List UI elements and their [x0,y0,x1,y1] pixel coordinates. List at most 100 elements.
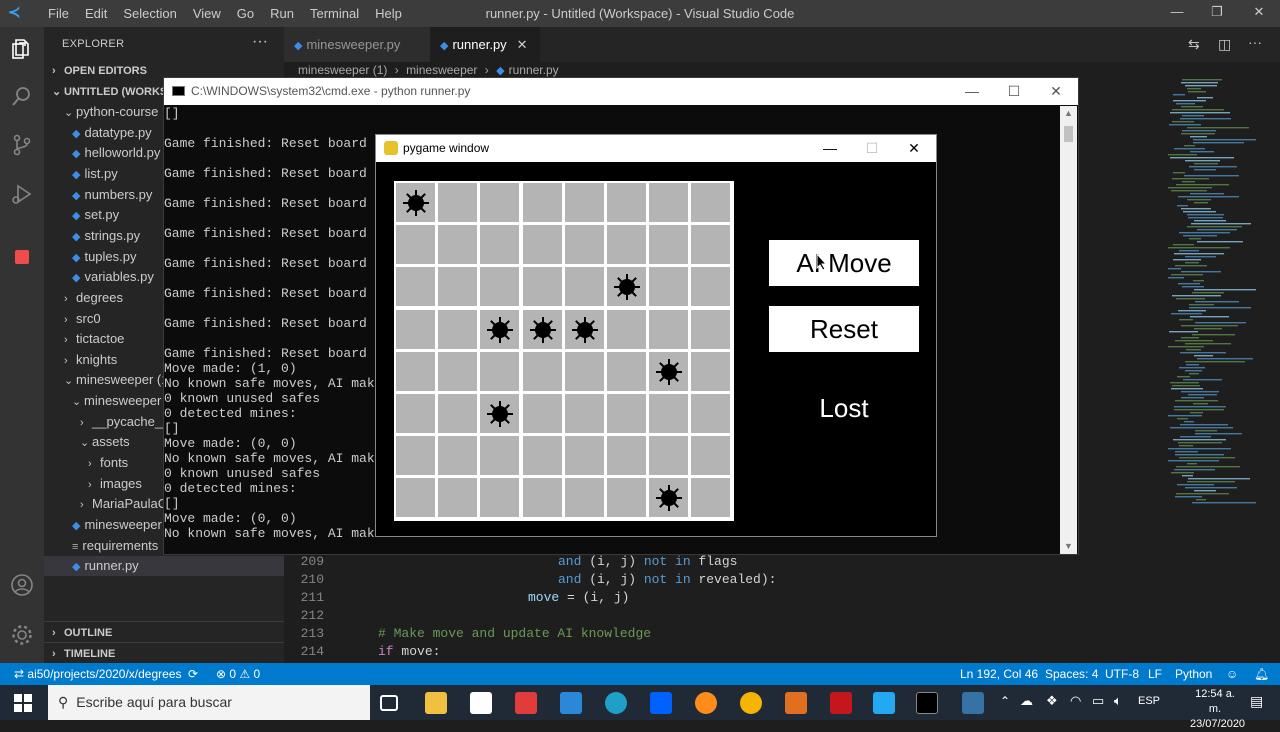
dropbox-icon[interactable] [650,692,672,714]
gift-app-icon[interactable] [515,692,537,714]
board-cell[interactable] [480,478,520,518]
status-indentation[interactable]: Spaces: 4 [1045,663,1098,685]
menu-run[interactable]: Run [262,5,302,22]
board-cell[interactable] [522,309,562,349]
cmd-minimize-icon[interactable]: — [950,78,994,105]
board-cell[interactable] [480,394,520,433]
board-cell[interactable] [522,267,562,307]
status-remote-path[interactable]: ⇄ ai50/projects/2020/x/degrees [14,663,182,685]
board-cell[interactable] [480,351,520,391]
explorer-icon[interactable] [8,37,36,65]
board-cell[interactable] [649,351,689,391]
board-cell[interactable] [607,267,646,307]
menu-go[interactable]: Go [229,5,262,22]
reset-button[interactable]: Reset [769,306,919,352]
board-cell[interactable] [438,183,478,222]
more-actions-icon[interactable]: ··· [252,33,268,51]
board-cell[interactable] [564,183,604,222]
board-cell[interactable] [649,225,689,265]
board-cell[interactable] [607,351,646,391]
board-cell[interactable] [522,351,562,391]
ai-move-button[interactable]: AI Move [769,240,919,286]
board-cell[interactable] [691,394,731,433]
mcafee-icon[interactable] [830,692,852,714]
board-cell[interactable] [691,478,731,518]
board-cell[interactable] [564,436,604,476]
board-cell[interactable] [607,478,646,518]
board-cell[interactable] [396,394,435,433]
board-cell[interactable] [396,309,435,349]
windows-start-icon[interactable] [14,694,32,717]
board-cell[interactable] [438,478,478,518]
menu-selection[interactable]: Selection [115,5,184,22]
close-icon[interactable]: ✕ [1236,4,1280,20]
board-cell[interactable] [564,309,604,349]
board-cell[interactable] [649,309,689,349]
breadcrumb-item[interactable]: minesweeper [406,63,477,77]
board-cell[interactable] [522,478,562,518]
board-cell[interactable] [564,225,604,265]
board-cell[interactable] [480,183,520,222]
notifications-icon[interactable]: 🔔︎ [1254,663,1269,685]
menu-edit[interactable]: Edit [77,5,115,22]
board-cell[interactable] [564,394,604,433]
settings-gear-icon[interactable] [8,623,36,651]
timeline-section[interactable]: › TIMELINE [44,642,284,664]
board-cell[interactable] [607,436,646,476]
board-cell[interactable] [691,183,731,222]
store-icon[interactable] [470,692,492,714]
board-cell[interactable] [396,183,435,222]
status-encoding[interactable]: UTF-8 [1105,663,1139,685]
outline-section[interactable]: › OUTLINE [44,621,284,643]
edge-icon[interactable] [605,692,627,714]
status-language[interactable]: Python [1175,663,1212,685]
board-cell[interactable] [607,309,646,349]
taskbar-search-box[interactable]: ⚲ Escribe aquí para buscar [48,685,370,720]
board-cell[interactable] [691,267,731,307]
mail-icon[interactable] [560,692,582,714]
board-cell[interactable] [396,351,435,391]
breadcrumb-item[interactable]: minesweeper (1) [298,63,387,77]
maximize-icon[interactable]: ❐ [1194,4,1240,20]
board-cell[interactable] [691,436,731,476]
board-cell[interactable] [564,267,604,307]
board-cell[interactable] [438,225,478,265]
taskbar-clock[interactable]: 12:54 a. m. 23/07/2020 [1190,687,1245,732]
editor-more-icon[interactable]: ··· [1248,34,1262,50]
board-cell[interactable] [522,436,562,476]
board-cell[interactable] [691,225,731,265]
board-cell[interactable] [438,309,478,349]
board-cell[interactable] [522,225,562,265]
input-language[interactable]: ESP [1138,695,1160,707]
board-cell[interactable] [649,267,689,307]
board-cell[interactable] [649,478,689,518]
board-cell[interactable] [564,351,604,391]
stop-extension-icon[interactable] [8,243,36,271]
run-debug-icon[interactable] [8,182,36,210]
board-cell[interactable] [691,351,731,391]
board-cell[interactable] [438,394,478,433]
action-center-icon[interactable]: ▤ [1250,693,1263,710]
menu-terminal[interactable]: Terminal [302,5,367,22]
board-cell[interactable] [522,394,562,433]
chrome-icon[interactable] [740,692,762,714]
pygame-titlebar[interactable]: pygame window — ☐ ✕ [376,135,936,162]
task-view-icon[interactable] [380,695,398,711]
source-control-icon[interactable] [8,133,36,161]
tab-close-icon[interactable]: ✕ [517,37,528,52]
board-cell[interactable] [480,267,520,307]
board-cell[interactable] [564,478,604,518]
cmd-scrollbar[interactable]: ▲ ▼ [1060,106,1077,554]
tree-file[interactable]: ◆ runner.py [44,556,284,577]
breadcrumb-item[interactable]: runner.py [509,63,559,77]
tab-minesweeper[interactable]: ◆ minesweeper.py [284,27,430,62]
board-cell[interactable] [691,309,731,349]
cmd-taskbar-icon[interactable] [916,692,938,714]
board-cell[interactable] [438,267,478,307]
avast-icon[interactable] [695,692,717,714]
matlab-icon[interactable] [785,692,807,714]
tray-chevron-icon[interactable]: ⌃ [1000,694,1010,708]
board-cell[interactable] [649,394,689,433]
status-eol[interactable]: LF [1148,663,1162,685]
vscode-taskbar-icon[interactable] [873,692,895,714]
